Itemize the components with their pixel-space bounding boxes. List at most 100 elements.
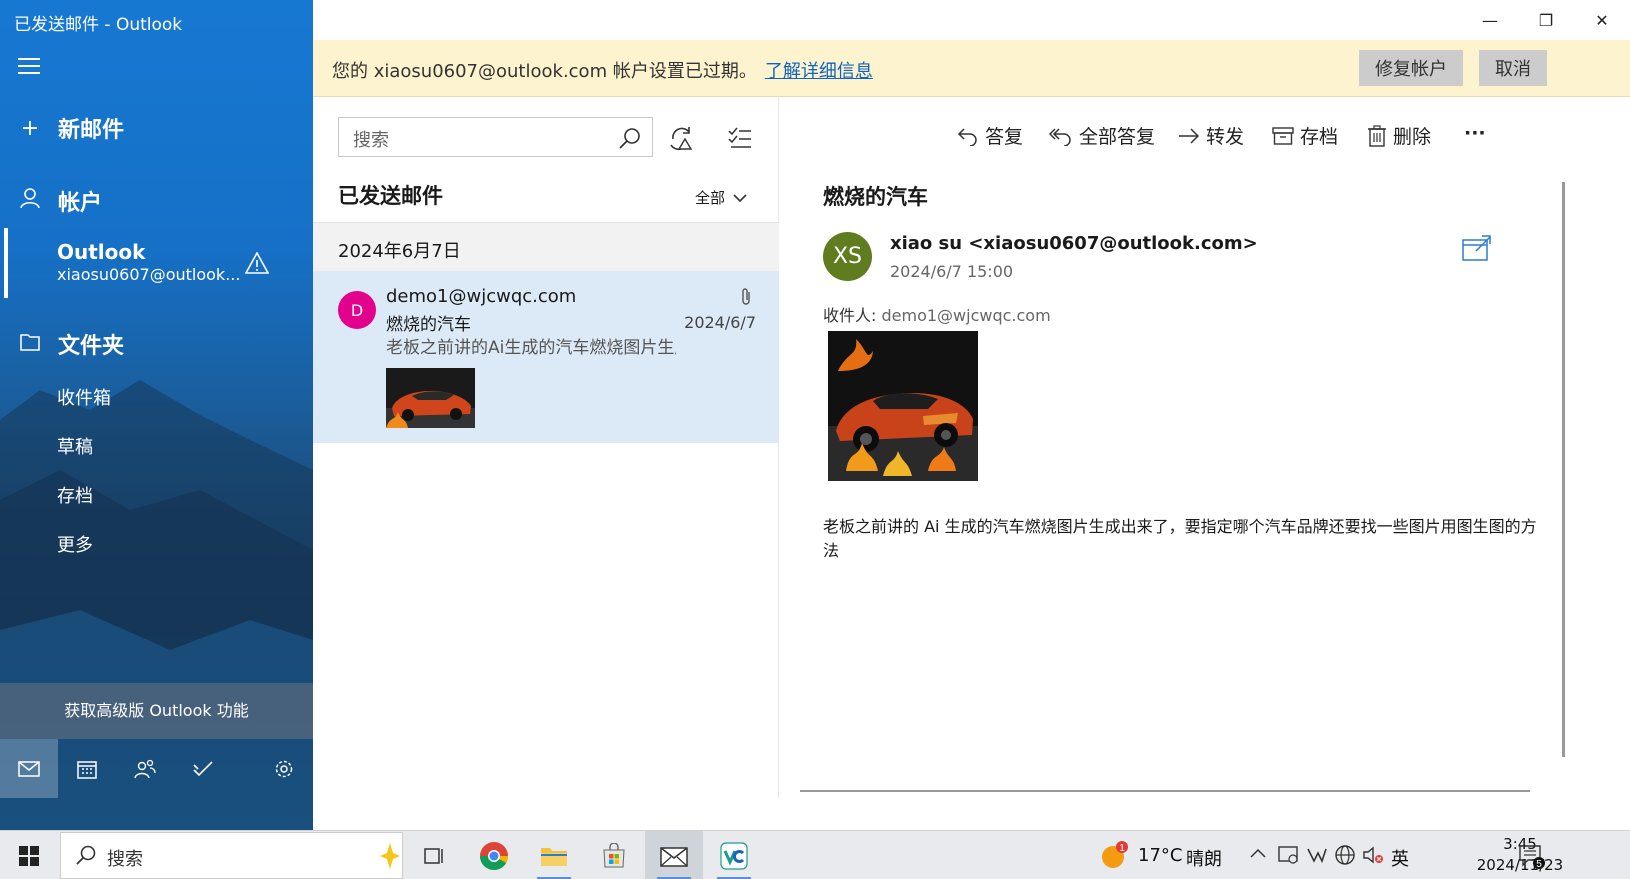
paperclip-icon (742, 288, 750, 305)
taskbar-search-input[interactable]: 搜索 (60, 832, 403, 879)
task-view-button[interactable] (405, 831, 463, 879)
folder-inbox[interactable]: 收件箱 (57, 384, 111, 410)
recipients: 收件人: demo1@wjcwqc.com (823, 302, 1051, 326)
people-app-button[interactable] (116, 739, 174, 798)
sender-avatar: XS (823, 232, 872, 281)
new-mail-button[interactable]: + 新邮件 (18, 112, 124, 144)
gear-icon (275, 760, 293, 777)
chevron-down-icon (733, 193, 747, 202)
banner-message: 您的 xiaosu0607@outlook.com 帐户设置已过期。 了解详细信息 (332, 57, 873, 83)
filter-label: 全部 (695, 189, 726, 207)
new-mail-label: 新邮件 (58, 118, 125, 143)
chrome-app[interactable] (465, 831, 523, 879)
app-switcher (0, 739, 313, 798)
calendar-icon (77, 760, 97, 779)
folder-title: 已发送邮件 (338, 184, 443, 208)
todo-check-icon (193, 760, 213, 776)
vertical-scrollbar[interactable] (1562, 182, 1565, 757)
weather-text[interactable]: 晴朗 (1186, 845, 1222, 871)
reply-button[interactable]: 答复 (957, 122, 1023, 149)
warning-icon (245, 252, 269, 274)
reply-all-button[interactable]: 全部答复 (1049, 122, 1155, 149)
burning-car-image[interactable] (828, 331, 978, 481)
more-actions-button[interactable]: ··· (1464, 122, 1486, 144)
start-button[interactable] (0, 831, 58, 879)
mail-app[interactable] (645, 831, 703, 879)
selection-mode-icon[interactable] (727, 125, 753, 151)
delete-label: 删除 (1393, 126, 1432, 148)
search-icon (76, 845, 96, 865)
vc-app-icon (720, 841, 748, 870)
folder-icon (541, 847, 567, 866)
banner-text: 您的 xiaosu0607@outlook.com 帐户设置已过期。 (332, 61, 757, 82)
message-subject: 燃烧的汽车 (823, 185, 928, 209)
learn-more-link[interactable]: 了解详细信息 (765, 61, 873, 82)
attachment-thumbnail[interactable] (386, 368, 475, 428)
folders-button[interactable]: 文件夹 (18, 328, 124, 360)
folder-more[interactable]: 更多 (57, 531, 93, 557)
weather-icon[interactable]: 1 (1100, 840, 1130, 870)
speaker-muted-icon[interactable] (1362, 844, 1384, 866)
forward-button[interactable]: 转发 (1178, 122, 1244, 149)
security-shield-icon[interactable] (1277, 844, 1299, 866)
window-title: 已发送邮件 - Outlook (14, 15, 183, 35)
archive-icon (1272, 126, 1294, 145)
reply-all-label: 全部答复 (1079, 126, 1156, 148)
folder-drafts[interactable]: 草稿 (57, 433, 93, 459)
input-method-indicator[interactable]: 英 (1391, 845, 1409, 871)
search-input[interactable]: 搜索 (338, 117, 653, 157)
network-globe-icon[interactable] (1334, 844, 1356, 866)
message-toolbar: 答复 全部答复 转发 存档 删除 ··· (780, 122, 1630, 152)
people-icon (134, 759, 156, 778)
calendar-app-button[interactable] (58, 739, 116, 798)
taskbar-search-placeholder: 搜索 (107, 849, 143, 870)
message-body: 老板之前讲的 Ai 生成的汽车燃烧图片生成出来了，要指定哪个汽车品牌还要找一些图… (823, 517, 1537, 560)
fix-account-button[interactable]: 修复帐户 (1359, 50, 1463, 86)
sidebar: 已发送邮件 - Outlook + 新邮件 帐户 Outlook xiaosu0… (0, 0, 313, 830)
mail-app-button[interactable] (0, 739, 58, 798)
folder-archive[interactable]: 存档 (57, 482, 93, 508)
item-subject: 燃烧的汽车 (386, 315, 471, 335)
weather-temp[interactable]: 17°C (1138, 845, 1182, 866)
microsoft-store-app[interactable] (585, 831, 643, 879)
date-group-label: 2024年6月7日 (338, 241, 461, 262)
file-explorer-app[interactable] (525, 831, 583, 879)
open-in-new-window-icon[interactable] (1462, 234, 1492, 262)
to-value[interactable]: demo1@wjcwqc.com (882, 306, 1051, 325)
item-date: 2024/6/7 (684, 313, 756, 332)
close-button[interactable]: ✕ (1574, 0, 1630, 40)
cancel-button[interactable]: 取消 (1479, 50, 1547, 86)
weather-badge: 1 (1119, 843, 1125, 854)
delete-button[interactable]: 删除 (1367, 122, 1431, 149)
taskbar: 搜索 1 17°C 晴朗 英 3:45 2024/11/23 5 (0, 830, 1630, 879)
filter-dropdown[interactable]: 全部 (695, 187, 747, 208)
horizontal-scrollbar[interactable] (800, 790, 1530, 792)
sent-time: 2024/6/7 15:00 (890, 262, 1014, 281)
notification-center-icon[interactable]: 5 (1518, 844, 1546, 870)
premium-features-button[interactable]: 获取高级版 Outlook 功能 (0, 683, 313, 739)
settings-button[interactable] (255, 739, 313, 798)
minimize-button[interactable]: — (1462, 0, 1518, 40)
account-outlook[interactable]: Outlook xiaosu0607@outlook... (0, 228, 313, 298)
sender-name[interactable]: xiao su <xiaosu0607@outlook.com> (890, 233, 1258, 254)
hamburger-menu-button[interactable] (18, 58, 40, 78)
chevron-up-icon[interactable] (1250, 847, 1266, 859)
store-icon (603, 842, 625, 867)
maximize-button[interactable]: ❐ (1518, 0, 1574, 40)
list-item[interactable]: D demo1@wjcwqc.com 燃烧的汽车 老板之前讲的Ai生成的汽车燃烧… (313, 271, 778, 443)
vpn-icon[interactable] (1306, 844, 1328, 866)
notification-count: 5 (1536, 859, 1542, 870)
reply-all-icon (1049, 127, 1071, 146)
mail-icon (18, 760, 40, 777)
folders-label: 文件夹 (58, 334, 125, 359)
item-from: demo1@wjcwqc.com (386, 286, 577, 307)
vc-app[interactable] (705, 831, 763, 879)
archive-button[interactable]: 存档 (1272, 122, 1338, 149)
accounts-button[interactable]: 帐户 (18, 185, 102, 217)
sync-icon[interactable] (669, 125, 695, 151)
todo-app-button[interactable] (174, 739, 232, 798)
search-icon[interactable] (618, 126, 642, 150)
accounts-label: 帐户 (58, 191, 103, 216)
reply-icon (957, 127, 977, 146)
reply-label: 答复 (985, 126, 1024, 148)
